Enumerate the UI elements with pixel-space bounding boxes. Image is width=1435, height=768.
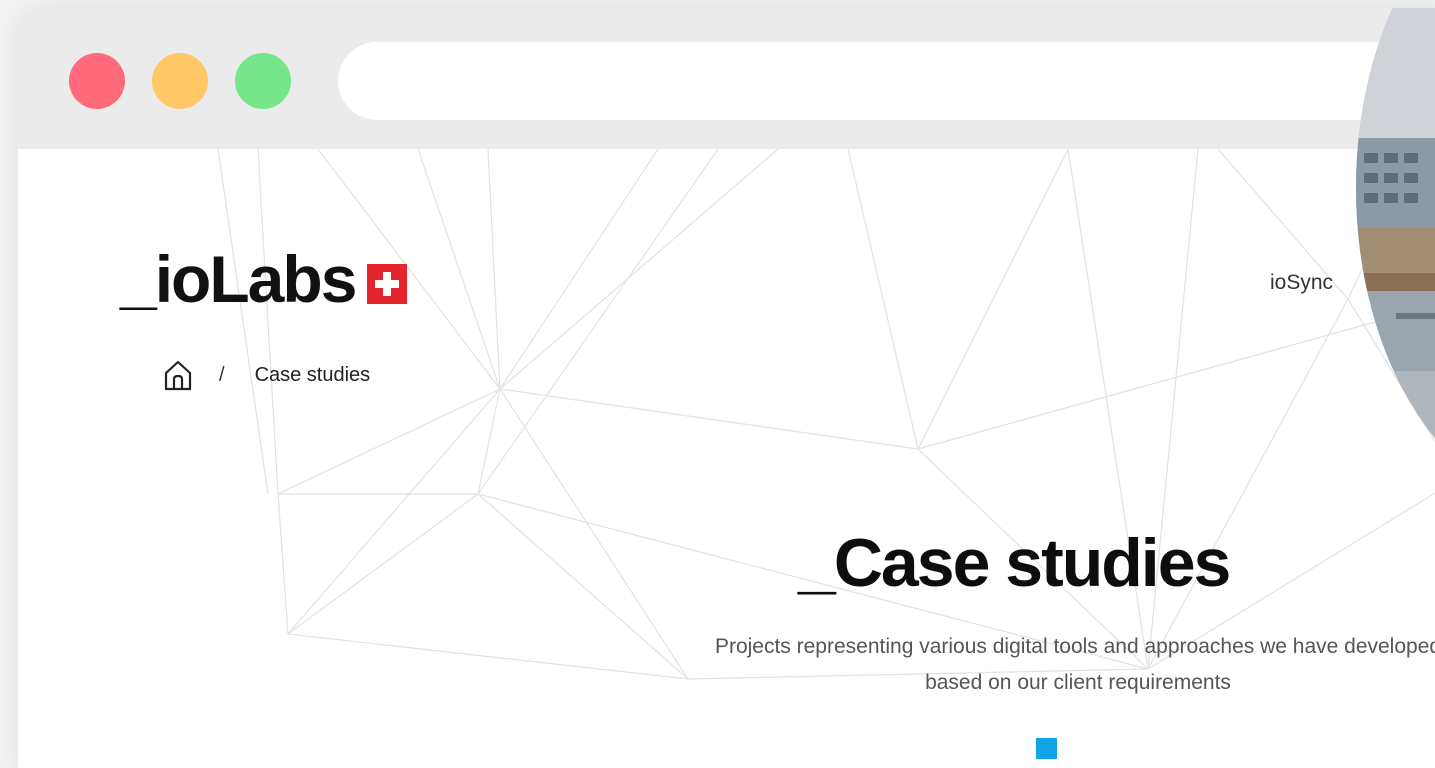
- page-content: _ioLabs ioSync / Case studies _Case stud…: [18, 149, 1435, 768]
- subtitle-line-2: based on our client requirements: [925, 671, 1231, 694]
- swiss-flag-icon: [367, 264, 408, 304]
- breadcrumb: / Case studies: [163, 359, 370, 391]
- subtitle-line-1: Projects representing various digital to…: [714, 635, 1435, 658]
- maximize-window-button[interactable]: [235, 53, 291, 109]
- minimize-window-button[interactable]: [152, 53, 208, 109]
- browser-titlebar: [18, 8, 1435, 149]
- breadcrumb-separator: /: [219, 363, 225, 386]
- close-window-button[interactable]: [69, 53, 125, 109]
- breadcrumb-current: Case studies: [254, 363, 371, 386]
- browser-window: _ioLabs ioSync / Case studies _Case stud…: [18, 8, 1435, 768]
- address-bar[interactable]: [338, 42, 1435, 120]
- home-icon[interactable]: [163, 359, 193, 391]
- page-title: _Case studies: [798, 525, 1231, 601]
- site-logo[interactable]: _ioLabs: [120, 242, 408, 316]
- page-subtitle: Projects representing various digital to…: [578, 629, 1435, 701]
- logo-text: _ioLabs: [120, 242, 357, 316]
- scroll-indicator: [1036, 738, 1057, 759]
- nav-item-iosync[interactable]: ioSync: [1270, 271, 1333, 295]
